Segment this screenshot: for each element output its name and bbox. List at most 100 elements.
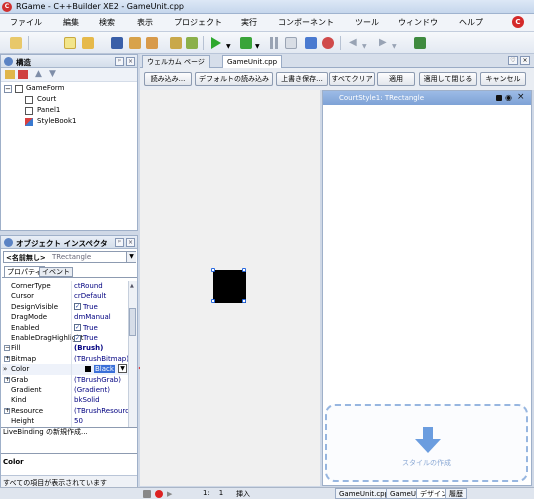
property-value[interactable]: ctRound	[74, 282, 103, 290]
stop-icon[interactable]	[285, 37, 297, 49]
property-value[interactable]: crDefault	[74, 292, 106, 300]
load-button[interactable]: 読み込み...	[144, 72, 192, 86]
property-value[interactable]: Black	[94, 365, 115, 374]
chevron-down-icon[interactable]: ▼	[255, 43, 260, 50]
expand-icon[interactable]: +	[4, 407, 10, 414]
property-value[interactable]: True	[83, 334, 98, 342]
menu-view[interactable]: 表示	[137, 17, 153, 28]
save-all-icon[interactable]	[129, 37, 141, 49]
chevron-down-icon[interactable]: ▼	[392, 43, 397, 50]
property-value[interactable]: True	[83, 324, 98, 332]
close-icon[interactable]: ×	[517, 92, 525, 102]
expand-icon[interactable]: +	[4, 376, 10, 383]
menu-help[interactable]: ヘルプ	[459, 17, 483, 28]
menu-tools[interactable]: ツール	[355, 17, 379, 28]
property-row[interactable]: Cursor crDefault	[2, 291, 128, 302]
expand-icon[interactable]: +	[4, 355, 10, 362]
property-value[interactable]: dmManual	[74, 313, 111, 321]
apply-button[interactable]: 適用	[377, 72, 415, 86]
property-row[interactable]: » Color ▼ Black	[2, 364, 128, 375]
tab-gameunit[interactable]: GameUnit.cpp	[222, 55, 283, 68]
menu-project[interactable]: プロジェクト	[174, 17, 222, 28]
menu-file[interactable]: ファイル	[10, 17, 42, 28]
property-value[interactable]: True	[83, 303, 98, 311]
record-icon[interactable]	[155, 490, 163, 498]
menu-run[interactable]: 実行	[241, 17, 257, 28]
forward-arrow-icon[interactable]: ▶	[379, 37, 387, 48]
scroll-up-icon[interactable]: ▲	[130, 283, 134, 289]
open-project-icon[interactable]	[146, 37, 158, 49]
apply-close-button[interactable]: 適用して閉じる	[419, 72, 477, 86]
property-row[interactable]: Enabled ✓ True	[2, 322, 128, 333]
pin-icon[interactable]: ᵖ	[115, 238, 124, 247]
close-icon[interactable]: ×	[126, 57, 135, 66]
menu-search[interactable]: 検索	[99, 17, 115, 28]
resize-handle[interactable]	[242, 299, 246, 303]
save-button[interactable]: 上書き保存...	[276, 72, 328, 86]
tree-item-court[interactable]: Court	[37, 95, 56, 103]
menu-window[interactable]: ウィンドウ	[398, 17, 438, 28]
run-without-debug-icon[interactable]	[240, 37, 252, 49]
eye-icon[interactable]: ◉	[505, 93, 512, 102]
property-row[interactable]: + Grab (TBrushGrab)	[2, 374, 128, 385]
collapse-icon[interactable]: −	[4, 345, 10, 352]
open-folder-icon[interactable]	[82, 37, 94, 49]
save-icon[interactable]	[111, 37, 123, 49]
livebinding-link[interactable]: LiveBinding の新規作成...	[3, 427, 88, 437]
chevron-down-icon[interactable]: ▼	[118, 364, 127, 374]
close-icon[interactable]: ×	[126, 238, 135, 247]
trace-into-icon[interactable]	[305, 37, 317, 49]
chevron-down-icon[interactable]: ▼	[362, 43, 367, 50]
checkbox[interactable]: ✓	[74, 303, 81, 311]
run-icon[interactable]	[211, 37, 221, 49]
property-row[interactable]: + Resource (TBrushResource	[2, 405, 128, 417]
bottom-tab-history[interactable]: 履歴	[445, 488, 467, 499]
load-default-button[interactable]: デフォルトの読み込み	[195, 72, 273, 86]
scrollbar-thumb[interactable]	[129, 308, 136, 336]
bottom-tab-gameunit-cpp[interactable]: GameUnit.cpp	[335, 488, 394, 499]
cancel-button[interactable]: キャンセル	[480, 72, 526, 86]
heart-icon[interactable]: ♡	[508, 56, 518, 65]
add-to-project-icon[interactable]	[170, 37, 182, 49]
tree-item-panel1[interactable]: Panel1	[37, 106, 60, 114]
tree-item-stylebook1[interactable]: StyleBook1	[37, 117, 76, 125]
property-value[interactable]: 50	[74, 417, 83, 425]
property-row[interactable]: CornerType ctRound	[2, 281, 128, 292]
back-arrow-icon[interactable]: ◀	[349, 37, 357, 48]
property-row[interactable]: + Bitmap (TBrushBitmap)	[2, 353, 128, 365]
style-create-dropzone[interactable]: スタイルの作成	[325, 404, 528, 482]
checkbox[interactable]: ✓	[74, 334, 81, 342]
property-row[interactable]: EnableDragHighlight ✓ True	[2, 333, 128, 344]
play-icon[interactable]: ▶	[167, 490, 172, 498]
property-row[interactable]: Kind bkSolid	[2, 395, 128, 406]
property-row[interactable]: − Fill (Brush)	[2, 343, 128, 354]
object-selector[interactable]: <名前無し> TRectangle ▼	[3, 251, 136, 263]
help-logo-icon[interactable]: C	[512, 16, 524, 28]
tab-events[interactable]: イベント	[39, 267, 73, 277]
resize-handle[interactable]	[211, 299, 215, 303]
new-file-icon[interactable]	[64, 37, 76, 49]
tab-welcome[interactable]: ウェルカム ページ	[142, 55, 210, 68]
tree-item-gameform[interactable]: GameForm	[26, 84, 64, 92]
checkbox[interactable]: ✓	[74, 324, 81, 332]
property-value[interactable]: (TBrushResource	[74, 407, 128, 415]
menu-edit[interactable]: 編集	[63, 17, 79, 28]
chevron-down-icon[interactable]: ▼	[226, 43, 231, 50]
pause-icon[interactable]	[270, 37, 273, 49]
property-value[interactable]: (TBrushGrab)	[74, 376, 121, 384]
selected-rectangle[interactable]	[211, 268, 246, 303]
close-icon[interactable]: ×	[520, 56, 530, 65]
property-row[interactable]: Gradient (Gradient)	[2, 385, 128, 396]
menu-component[interactable]: コンポーネント	[278, 17, 334, 28]
property-scrollbar[interactable]: ▲	[128, 281, 137, 427]
resize-handle[interactable]	[211, 268, 215, 272]
help-book-icon[interactable]	[414, 37, 426, 49]
step-over-icon[interactable]	[322, 37, 334, 49]
property-row[interactable]: DesignVisible ✓ True	[2, 301, 128, 313]
property-value[interactable]: (Brush)	[74, 344, 103, 352]
lock-icon[interactable]	[496, 95, 502, 101]
move-up-icon[interactable]: ▲	[35, 69, 42, 79]
chevron-down-icon[interactable]: ▼	[126, 252, 136, 262]
remove-from-project-icon[interactable]	[186, 37, 198, 49]
pin-icon[interactable]: ᵖ	[115, 57, 124, 66]
